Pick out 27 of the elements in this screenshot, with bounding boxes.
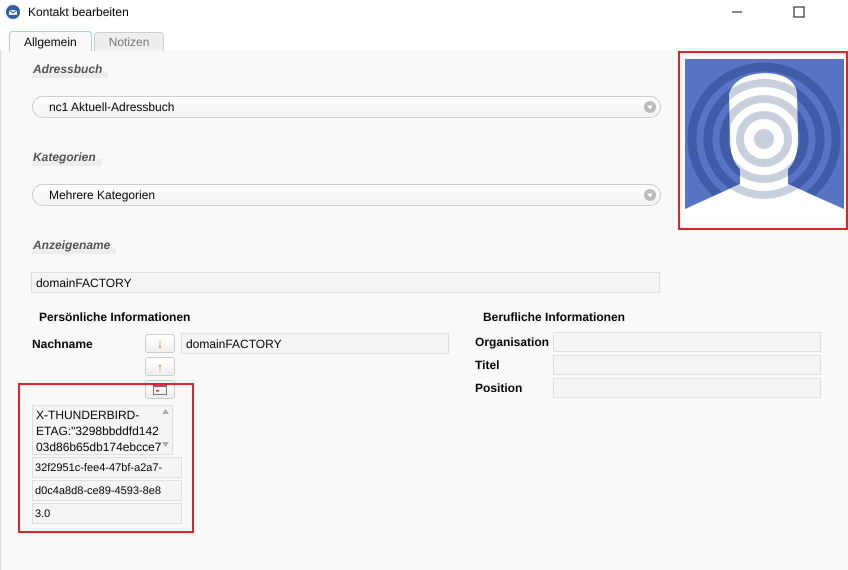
- text-field[interactable]: d0c4a8d8-ce89-4593-8e8: [32, 480, 182, 501]
- field-label: Nachname: [32, 336, 94, 350]
- tab[interactable]: Allgemein: [9, 31, 92, 51]
- section-label: Kategorien: [32, 149, 102, 166]
- section-label: Anzeigename: [32, 237, 116, 254]
- text-area[interactable]: X-THUNDERBIRD- ETAG:"3298bbddfd142 03d86b65db174ebcce7: [32, 405, 173, 455]
- maximize-icon[interactable]: [793, 6, 805, 18]
- section-heading: Berufliche Informationen: [483, 310, 626, 326]
- field-label: Organisation: [475, 335, 550, 349]
- last-name-field[interactable]: domainFACTORY: [181, 333, 449, 354]
- address-book-dropdown[interactable]: nc1 Aktuell-Adressbuch: [32, 96, 661, 118]
- text-field[interactable]: [553, 332, 821, 352]
- field-label: Position: [475, 381, 524, 395]
- text-field[interactable]: 3.0: [32, 503, 182, 524]
- text-field[interactable]: [553, 355, 821, 375]
- display-name-field[interactable]: domainFACTORY: [31, 272, 660, 293]
- window-title: Kontakt bearbeiten: [28, 5, 129, 19]
- tab[interactable]: Notizen: [94, 32, 164, 51]
- categories-dropdown[interactable]: Mehrere Kategorien: [32, 184, 661, 206]
- card-icon: [153, 384, 167, 395]
- field-label: Titel: [475, 358, 500, 372]
- scrollbar-icon: [161, 407, 170, 449]
- section-label: Adressbuch: [32, 61, 108, 78]
- section-heading: Persönliche Informationen: [39, 310, 192, 326]
- text-field[interactable]: 32f2951c-fee4-47bf-a2a7-: [32, 457, 182, 478]
- text-field[interactable]: [553, 378, 821, 398]
- app-icon: [5, 4, 21, 20]
